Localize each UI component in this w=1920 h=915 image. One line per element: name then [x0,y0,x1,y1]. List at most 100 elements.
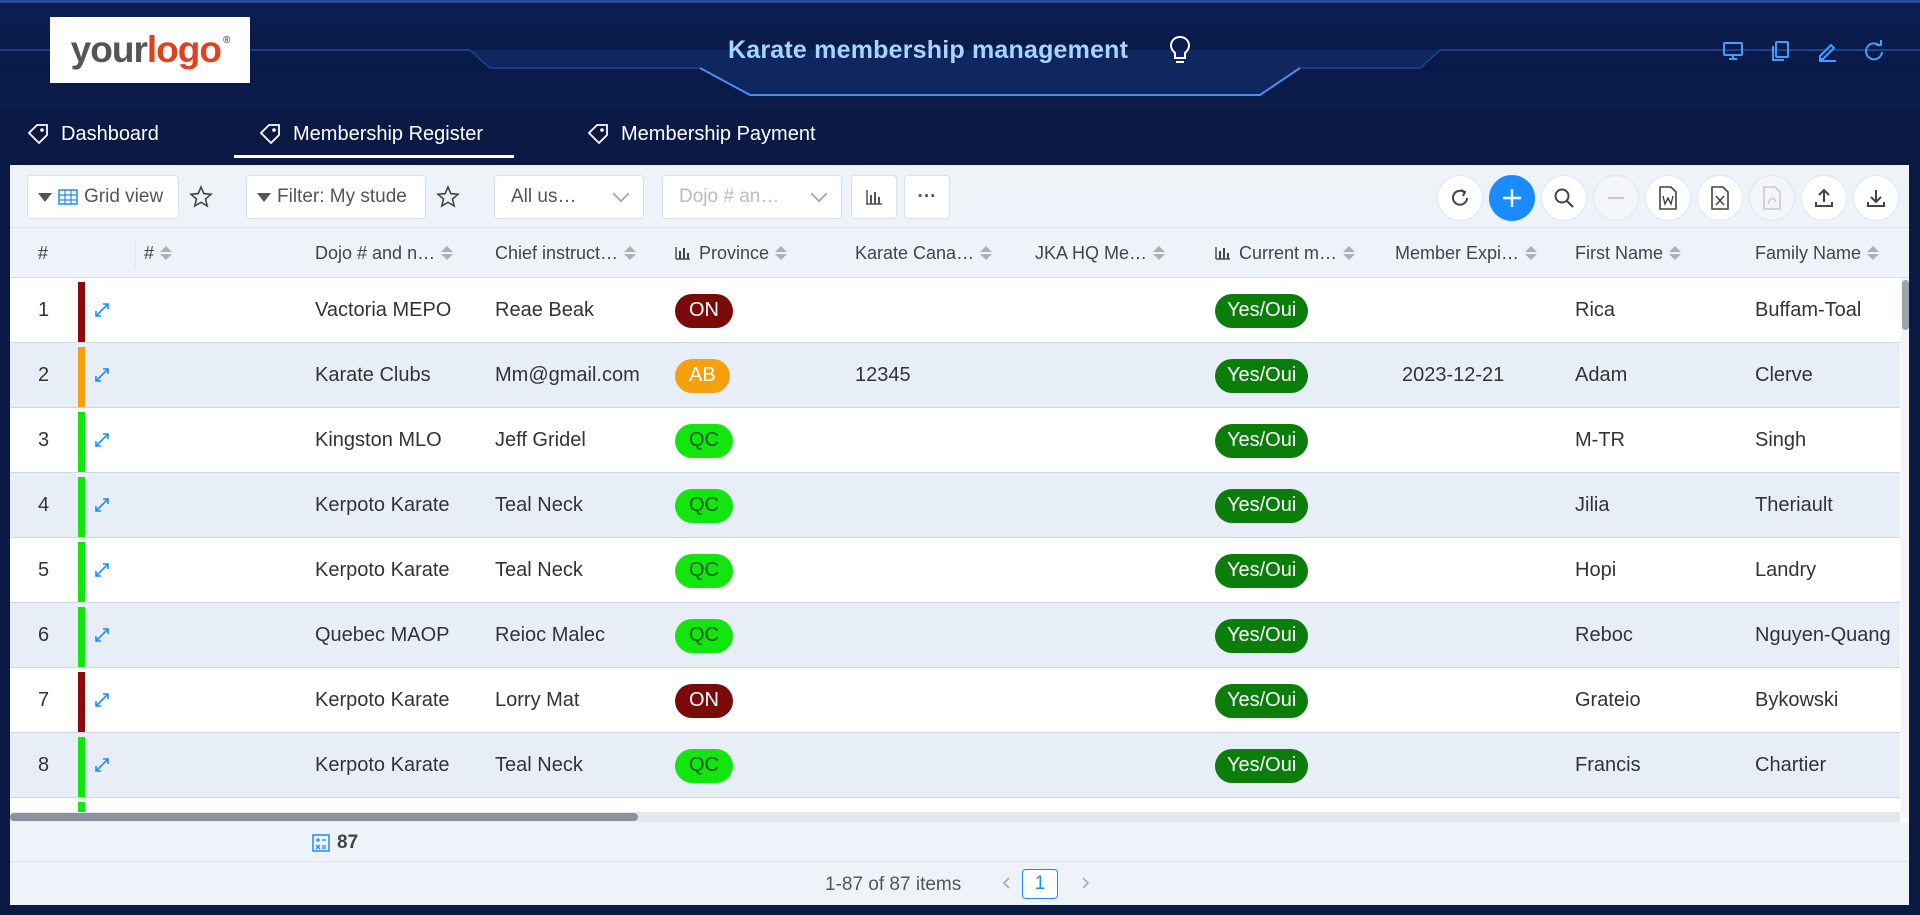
copy-icon[interactable] [1770,40,1792,62]
bar-chart-icon [675,247,690,260]
sort-icon [160,246,173,260]
page-number-button[interactable]: 1 [1022,869,1058,899]
edit-icon[interactable] [1816,40,1838,62]
column-label: Family Name [1755,242,1862,263]
column-header-province[interactable]: Province [675,228,788,278]
chevron-down-icon [612,185,630,203]
first-name-cell: Reboc [1575,624,1633,646]
first-name-cell: Hopi [1575,559,1617,581]
family-name-cell: Clerve [1755,364,1813,386]
dojo-cell: Kerpoto Karate [315,754,450,776]
sort-icon [1669,246,1682,260]
expand-icon[interactable] [92,365,112,385]
table-row[interactable]: 8 Kerpoto Karate Teal Neck QC Yes/Oui Fr… [10,733,1900,798]
chart-button[interactable] [851,175,897,219]
column-label: # [144,242,155,263]
column-header-karate-canada[interactable]: Karate Cana… [855,228,993,278]
more-button[interactable]: ··· [904,175,950,219]
expand-icon[interactable] [92,755,112,775]
main-tabs: Dashboard Membership Register Membership… [0,110,1920,158]
tab-membership-register[interactable]: Membership Register [234,110,514,158]
province-badge: AB [675,358,730,393]
chevron-left-icon[interactable] [1000,876,1014,890]
column-header-first-name[interactable]: First Name [1575,228,1682,278]
users-select[interactable]: All us… [494,175,644,219]
delete-button[interactable] [1593,175,1639,221]
refresh-icon[interactable] [1863,40,1885,62]
desktop-icon[interactable] [1722,40,1744,62]
column-header-expiry[interactable]: Member Expi… [1395,228,1538,278]
tab-dashboard[interactable]: Dashboard [27,110,177,158]
expand-icon[interactable] [92,495,112,515]
lightbulb-icon[interactable] [1168,34,1192,66]
word-file-icon [1659,186,1677,210]
dojo-select-placeholder: Dojo # an… [679,186,780,207]
upload-button[interactable] [1801,175,1847,221]
expand-icon[interactable] [92,300,112,320]
province-badge: QC [675,553,733,588]
dojo-select[interactable]: Dojo # an… [662,175,842,219]
first-name-cell: Francis [1575,754,1641,776]
column-header-id[interactable]: # [135,238,173,268]
search-button[interactable] [1541,175,1587,221]
star-icon[interactable] [189,185,213,209]
table-row[interactable]: 4 Kerpoto Karate Teal Neck QC Yes/Oui Ji… [10,473,1900,538]
vertical-scrollbar[interactable] [1902,280,1909,330]
download-button[interactable] [1853,175,1899,221]
expand-icon[interactable] [92,560,112,580]
table-row[interactable]: 7 Kerpoto Karate Lorry Mat ON Yes/Oui Gr… [10,668,1900,733]
table-row[interactable]: 6 Quebec MAOP Reioc Malec QC Yes/Oui Reb… [10,603,1900,668]
star-icon[interactable] [436,185,460,209]
row-number: 6 [38,624,50,646]
export-pdf-button[interactable] [1749,175,1795,221]
column-header-dojo[interactable]: Dojo # and n… [315,228,454,278]
caret-down-icon [257,192,271,202]
row-status-bar [78,607,85,667]
table-row[interactable]: 5 Kerpoto Karate Teal Neck QC Yes/Oui Ho… [10,538,1900,603]
view-selector[interactable]: Grid view [27,175,179,219]
calculator-icon [312,834,330,852]
column-header-rownum: # [38,228,48,278]
expand-icon[interactable] [92,690,112,710]
filter-selector[interactable]: Filter: My stude [246,175,426,219]
horizontal-scrollbar[interactable] [10,813,638,821]
dojo-cell: Quebec MAOP [315,624,450,646]
chevron-right-icon[interactable] [1078,876,1092,890]
karate-canada-cell: 12345 [855,364,911,386]
row-status-bar [78,542,85,602]
bar-chart-icon [1215,247,1230,260]
more-label: ··· [917,186,937,207]
tab-membership-payment[interactable]: Membership Payment [587,110,847,158]
table-row[interactable]: 3 Kingston MLO Jeff Gridel QC Yes/Oui M-… [10,408,1900,473]
column-header-jka[interactable]: JKA HQ Me… [1035,228,1166,278]
add-record-button[interactable] [1489,175,1535,221]
row-number: 4 [38,494,50,516]
current-member-badge: Yes/Oui [1215,618,1309,653]
column-label: JKA HQ Me… [1035,242,1148,263]
column-label: # [38,242,49,263]
logo-text-your: your [70,29,148,70]
upload-icon [1815,188,1833,207]
minus-icon [1608,197,1624,199]
expand-icon[interactable] [92,625,112,645]
dojo-cell: Kingston MLO [315,429,442,451]
expand-icon[interactable] [92,430,112,450]
column-label: First Name [1575,242,1664,263]
tag-icon [27,124,48,145]
family-name-cell: Theriault [1755,494,1833,516]
reload-button[interactable] [1437,175,1483,221]
column-header-instructor[interactable]: Chief instruct… [495,228,637,278]
column-header-current[interactable]: Current m… [1215,228,1356,278]
table-row[interactable]: 2 Karate Clubs Mm@gmail.com AB 12345 Yes… [10,343,1900,408]
export-excel-button[interactable] [1697,175,1743,221]
table-row[interactable]: 1 Vactoria MEPO Reae Beak ON Yes/Oui Ric… [10,278,1900,343]
first-name-cell: Jilia [1575,494,1610,516]
instructor-cell: Teal Neck [495,754,583,776]
column-header-family-name[interactable]: Family Name [1755,228,1880,278]
row-number: 3 [38,429,50,451]
dojo-cell: Kerpoto Karate [315,494,450,516]
family-name-cell: Buffam-Toal [1755,299,1862,321]
plus-icon [1503,189,1521,207]
first-name-cell: Grateio [1575,689,1641,711]
export-word-button[interactable] [1645,175,1691,221]
